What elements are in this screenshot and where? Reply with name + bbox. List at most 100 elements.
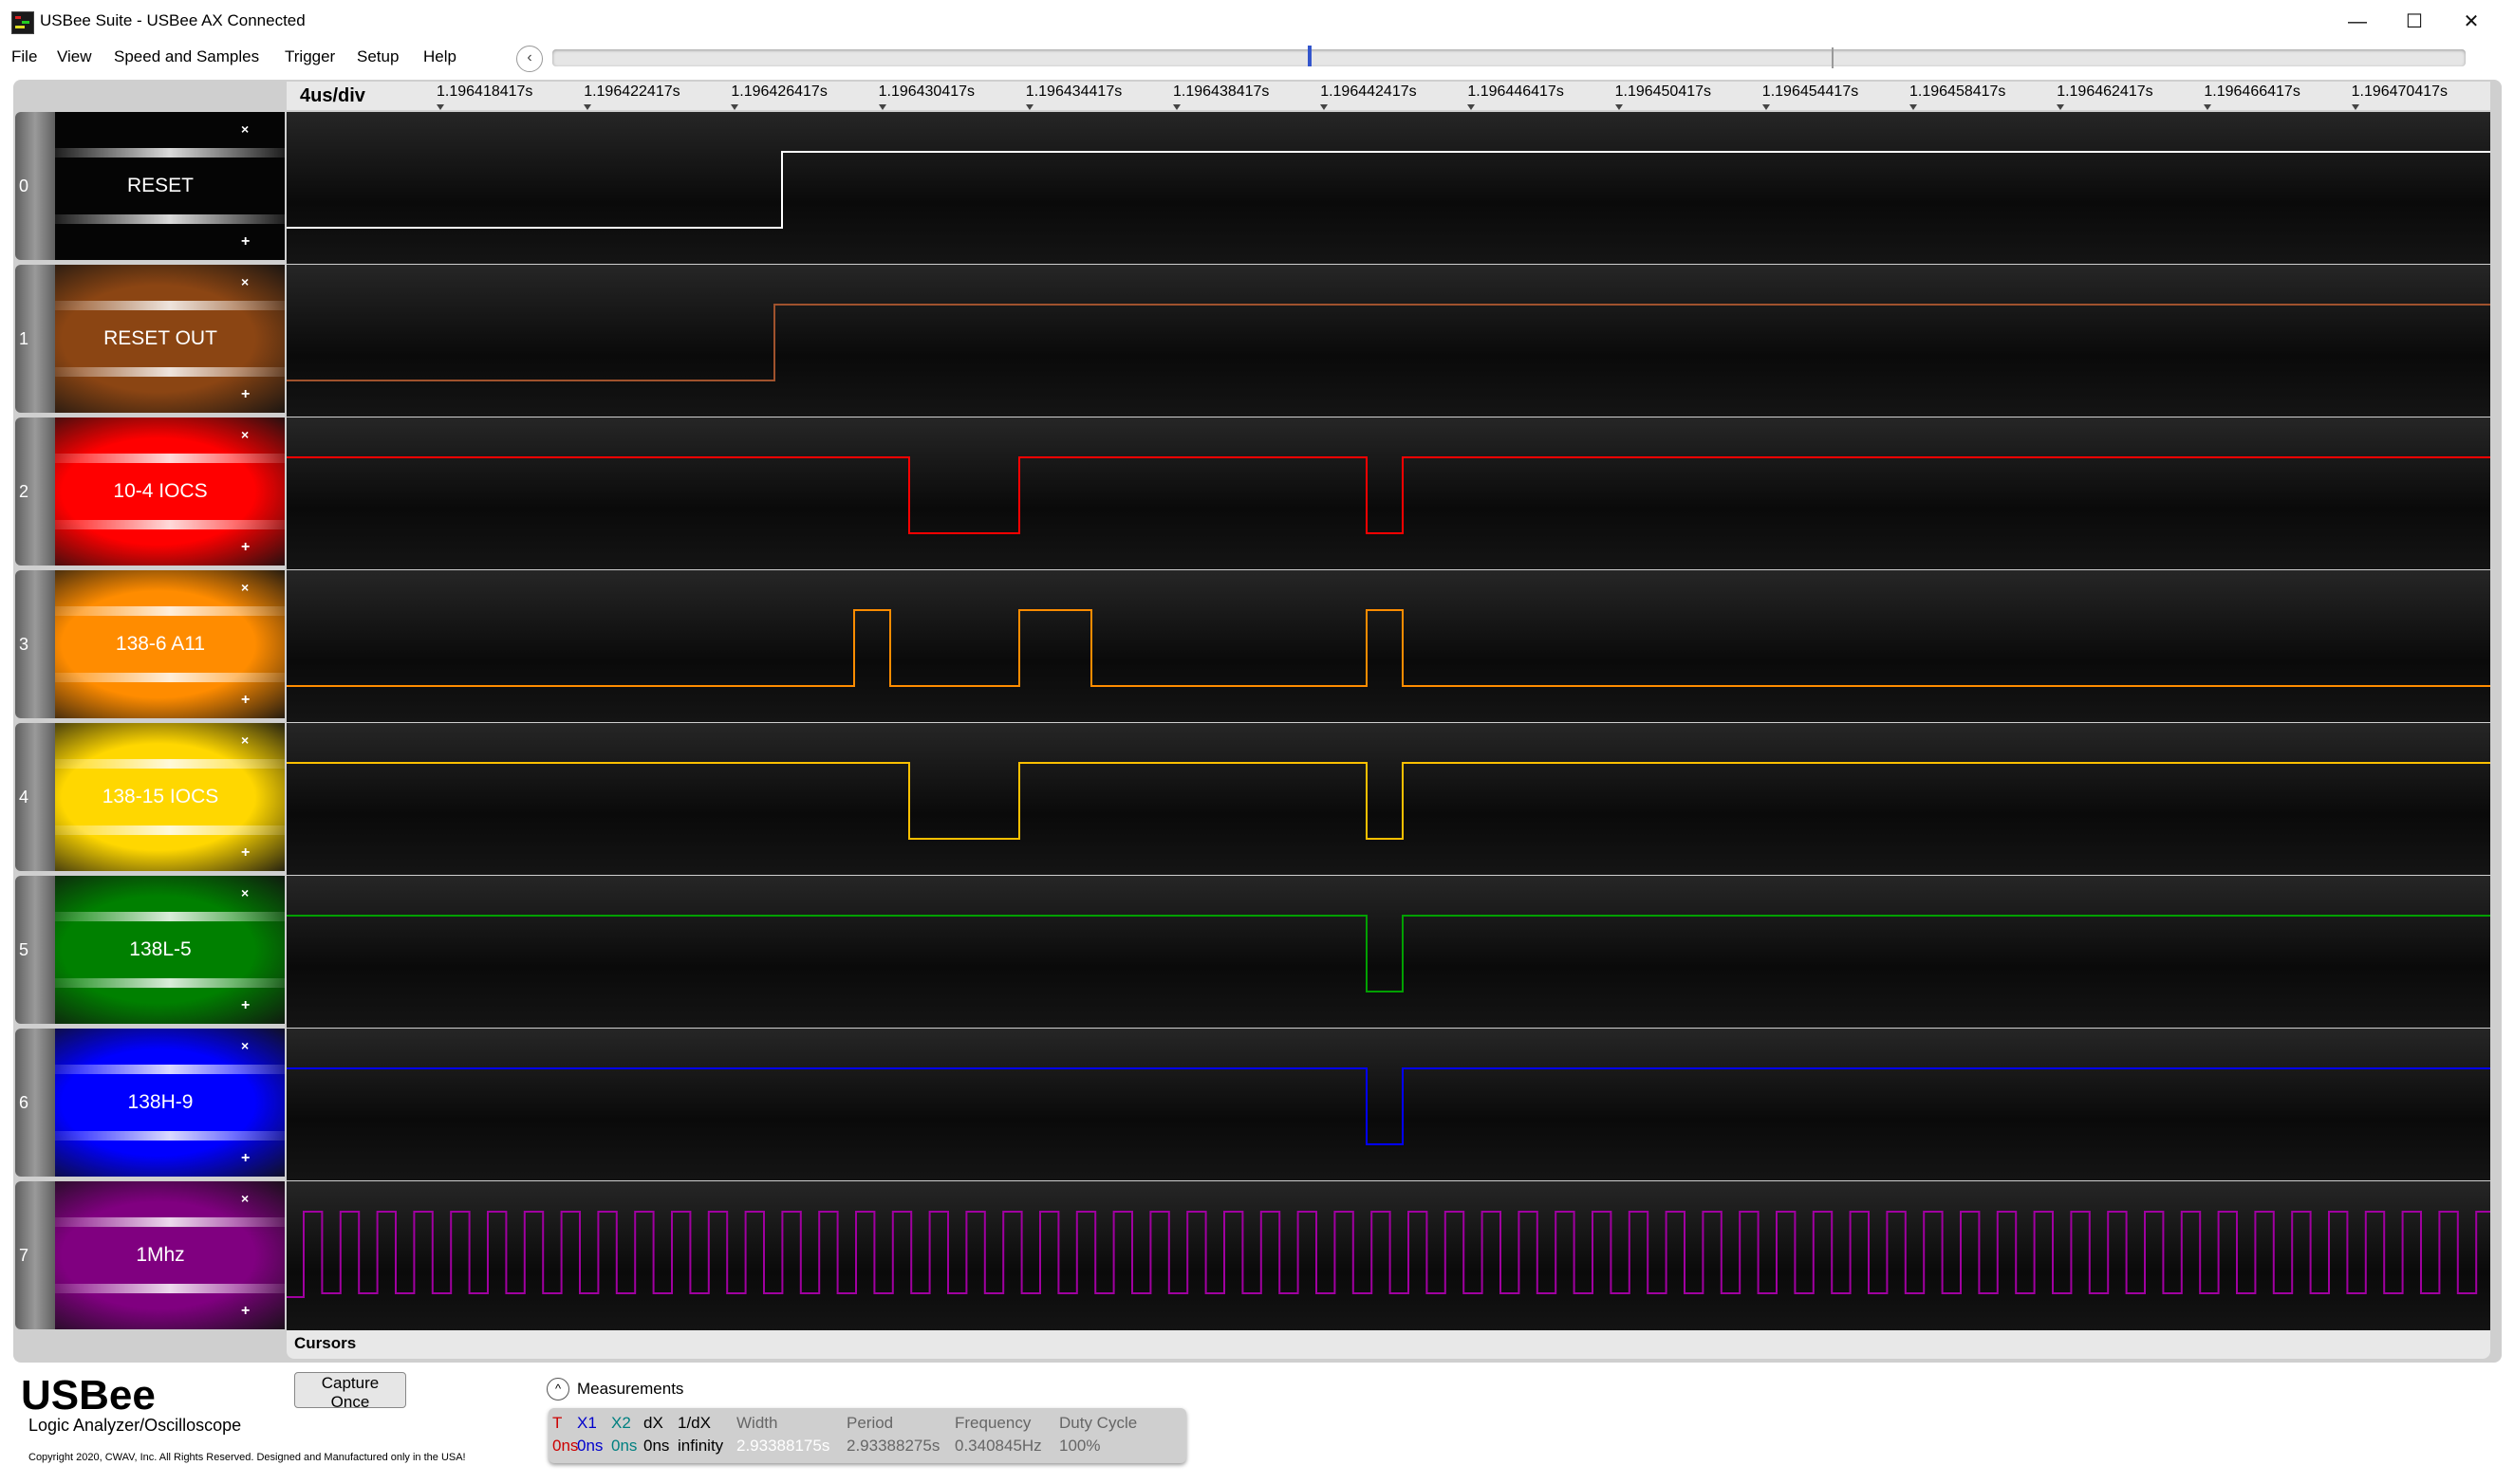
measurement-value: 2.93388275s	[847, 1437, 940, 1455]
remove-channel-icon[interactable]: ×	[241, 580, 249, 595]
brand-subtitle: Logic Analyzer/Oscilloscope	[28, 1416, 242, 1435]
menu-trigger[interactable]: Trigger	[285, 47, 335, 66]
channel-name[interactable]: 138L-5	[55, 938, 266, 961]
time-tick-label: 1.196434417s	[1025, 83, 1123, 100]
measurement-header: dX	[643, 1414, 663, 1432]
remove-channel-icon[interactable]: ×	[241, 1191, 249, 1206]
channel-label-panel[interactable]: 1Mhz × +	[55, 1181, 321, 1329]
channel-label-strip	[55, 606, 285, 616]
channel-number: 7	[15, 1181, 55, 1329]
channel-name[interactable]: 10-4 IOCS	[55, 480, 266, 503]
channel-label-strip	[55, 454, 285, 463]
channel-waveform[interactable]	[287, 570, 2490, 722]
waveform-svg	[287, 915, 2490, 992]
time-tick-mark	[584, 104, 592, 110]
channel-label-strip	[55, 1217, 285, 1227]
menu-view[interactable]: View	[57, 47, 92, 66]
channel-label-panel[interactable]: 138-6 A11 × +	[55, 570, 321, 718]
channel-label-panel[interactable]: RESET OUT × +	[55, 265, 321, 413]
channel-number-text: 2	[19, 482, 29, 501]
collapse-measurements-icon[interactable]: ^	[547, 1378, 569, 1401]
channel-label-strip	[55, 759, 285, 769]
channel-waveform[interactable]	[287, 723, 2490, 875]
time-tick-mark	[2057, 104, 2065, 110]
remove-channel-icon[interactable]: ×	[241, 427, 249, 442]
channel-waveform[interactable]	[287, 876, 2490, 1028]
add-channel-icon[interactable]: +	[241, 539, 250, 556]
cursors-bar	[287, 1330, 2490, 1359]
channel-label-panel[interactable]: 10-4 IOCS × +	[55, 417, 321, 566]
menu-file[interactable]: File	[11, 47, 37, 66]
waveform-trace	[287, 609, 2490, 687]
channel-waveform[interactable]	[287, 112, 2490, 264]
scroll-position-marker[interactable]	[1308, 46, 1312, 66]
channel-number: 1	[15, 265, 55, 413]
measurement-value: 2.93388175s	[736, 1437, 830, 1455]
close-icon[interactable]: ✕	[2443, 6, 2500, 38]
timeline-scrollbar[interactable]	[552, 49, 2466, 66]
menu-speed-and-samples[interactable]: Speed and Samples	[114, 47, 259, 66]
channel-name[interactable]: 138H-9	[55, 1091, 266, 1114]
brand-logo: USBee	[21, 1372, 156, 1419]
measurement-header: 1/dX	[678, 1414, 711, 1432]
waveform-svg	[287, 151, 2490, 229]
channel-name[interactable]: 1Mhz	[55, 1244, 266, 1267]
channel-row: 0 RESET × +	[15, 112, 2490, 264]
channel-label-panel[interactable]: RESET × +	[55, 112, 321, 260]
channel-waveform[interactable]	[287, 1029, 2490, 1180]
channel-label-panel[interactable]: 138L-5 × +	[55, 876, 321, 1024]
title-bar: USBee Suite - USBee AX Connected — ☐ ✕	[0, 0, 2514, 44]
add-channel-icon[interactable]: +	[241, 386, 250, 403]
channel-name[interactable]: RESET OUT	[55, 327, 266, 350]
channel-row: 5 138L-5 × +	[15, 876, 2490, 1028]
minimize-icon[interactable]: —	[2329, 6, 2386, 38]
channel-waveform[interactable]	[287, 265, 2490, 417]
time-tick-label: 1.196422417s	[584, 83, 680, 100]
channel-name[interactable]: RESET	[55, 175, 266, 197]
channel-row: 7 1Mhz × +	[15, 1181, 2490, 1333]
menu-setup[interactable]: Setup	[357, 47, 399, 66]
channel-number: 6	[15, 1029, 55, 1177]
channel-label-panel[interactable]: 138-15 IOCS × +	[55, 723, 321, 871]
measurement-value: 0ns	[611, 1437, 638, 1455]
waveform-svg	[287, 762, 2490, 840]
channel-row: 1 RESET OUT × +	[15, 265, 2490, 417]
waveform-trace	[287, 456, 2490, 534]
remove-channel-icon[interactable]: ×	[241, 885, 249, 900]
channel-label-panel[interactable]: 138H-9 × +	[55, 1029, 321, 1177]
waveform-svg	[287, 1067, 2490, 1145]
channel-name[interactable]: 138-6 A11	[55, 633, 266, 656]
add-channel-icon[interactable]: +	[241, 1150, 250, 1167]
menu-help[interactable]: Help	[423, 47, 456, 66]
copyright-text: Copyright 2020, CWAV, Inc. All Rights Re…	[28, 1452, 466, 1463]
remove-channel-icon[interactable]: ×	[241, 733, 249, 748]
time-tick-label: 1.196462417s	[2057, 83, 2153, 100]
remove-channel-icon[interactable]: ×	[241, 274, 249, 289]
add-channel-icon[interactable]: +	[241, 1303, 250, 1320]
app-icon	[11, 11, 34, 34]
add-channel-icon[interactable]: +	[241, 233, 250, 250]
measurement-value: 0ns	[643, 1437, 670, 1455]
time-tick-mark	[1467, 104, 1476, 110]
channel-name[interactable]: 138-15 IOCS	[55, 786, 266, 808]
channel-number-text: 4	[19, 788, 29, 807]
capture-once-button[interactable]: Capture Once	[294, 1372, 406, 1411]
time-tick-label: 1.196426417s	[731, 83, 828, 100]
time-tick-mark	[878, 104, 886, 110]
scroll-trigger-marker	[1832, 47, 1834, 68]
add-channel-icon[interactable]: +	[241, 692, 250, 709]
channel-number-text: 7	[19, 1246, 29, 1265]
time-tick-label: 1.196466417s	[2204, 83, 2300, 100]
remove-channel-icon[interactable]: ×	[241, 121, 249, 137]
add-channel-icon[interactable]: +	[241, 997, 250, 1014]
time-division[interactable]: 4us/div	[300, 85, 365, 107]
add-channel-icon[interactable]: +	[241, 844, 250, 862]
scroll-left-icon[interactable]: ‹	[516, 46, 543, 72]
channel-waveform[interactable]	[287, 1181, 2490, 1333]
app-window: USBee Suite - USBee AX Connected — ☐ ✕ F…	[0, 0, 2514, 1484]
maximize-icon[interactable]: ☐	[2386, 6, 2443, 38]
time-tick-mark	[1320, 104, 1329, 110]
channel-waveform[interactable]	[287, 417, 2490, 569]
remove-channel-icon[interactable]: ×	[241, 1038, 249, 1053]
time-tick-mark	[1025, 104, 1034, 110]
